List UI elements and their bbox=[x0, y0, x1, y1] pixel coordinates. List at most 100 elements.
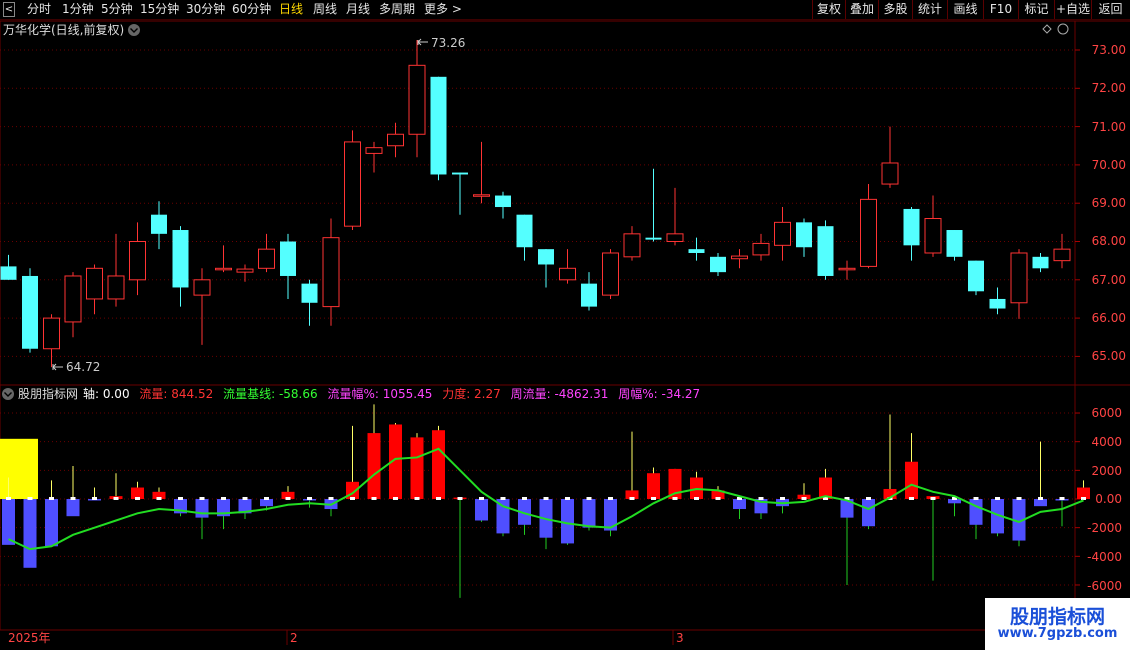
candle bbox=[365, 141, 383, 173]
candle-body bbox=[301, 283, 318, 303]
zero-marker bbox=[672, 497, 678, 500]
flow-bar bbox=[969, 499, 983, 525]
candle bbox=[193, 268, 211, 345]
candle-body bbox=[387, 133, 404, 147]
candle-body bbox=[581, 283, 597, 307]
zero-marker bbox=[350, 497, 355, 500]
zero-marker bbox=[70, 497, 76, 500]
candle-body bbox=[538, 249, 554, 265]
candle bbox=[881, 126, 899, 188]
zero-marker bbox=[801, 497, 807, 500]
candle-body bbox=[817, 226, 834, 276]
candle-body bbox=[602, 252, 619, 296]
candle-body bbox=[774, 221, 791, 246]
max-price-marker: 73.26 bbox=[417, 36, 465, 50]
flow-bar bbox=[733, 499, 746, 510]
candle bbox=[215, 245, 232, 273]
zero-marker bbox=[909, 497, 914, 500]
candle bbox=[322, 218, 340, 326]
candle bbox=[301, 279, 318, 326]
candle-body bbox=[236, 268, 254, 273]
candle-body bbox=[22, 275, 38, 349]
zero-marker bbox=[780, 497, 785, 500]
flow-bar bbox=[582, 499, 596, 528]
legend-flow: 流量: 844.52 bbox=[139, 387, 213, 401]
price-tick: 67.00 bbox=[1092, 273, 1126, 287]
candle bbox=[968, 260, 984, 296]
candle-body bbox=[881, 162, 899, 185]
flow-bar bbox=[23, 499, 37, 568]
legend-strength: 力度: 2.27 bbox=[442, 386, 501, 401]
candle bbox=[838, 260, 856, 280]
candle bbox=[236, 264, 254, 282]
candle bbox=[989, 287, 1006, 315]
candle-body bbox=[86, 267, 103, 300]
stock-chart[interactable]: 万华化学(日线,前复权) 股朋指标网 轴: 0.00 流量: 844.52 流量… bbox=[0, 0, 1130, 650]
price-tick: 70.00 bbox=[1092, 158, 1126, 172]
zero-marker bbox=[930, 497, 936, 500]
grid-layer bbox=[0, 20, 1130, 645]
flow-bar bbox=[1034, 499, 1047, 507]
zero-marker bbox=[1038, 497, 1043, 500]
indicator-tick: -4000 bbox=[1087, 550, 1122, 564]
min-price-label: 64.72 bbox=[66, 360, 100, 374]
flow-bar bbox=[410, 437, 424, 499]
candle bbox=[731, 249, 748, 269]
candle bbox=[1053, 233, 1071, 269]
zero-marker bbox=[307, 497, 312, 500]
title-dropdown-icon[interactable] bbox=[128, 24, 140, 36]
candle-body bbox=[43, 317, 60, 350]
indicator-dropdown-icon[interactable] bbox=[2, 388, 14, 400]
zero-marker bbox=[1059, 497, 1065, 500]
zero-marker bbox=[543, 497, 549, 500]
candle-body bbox=[1010, 252, 1028, 304]
candle bbox=[280, 233, 296, 299]
min-price-marker: 64.72 bbox=[52, 360, 100, 374]
candle-body bbox=[688, 249, 705, 253]
candle bbox=[538, 249, 554, 288]
settings-circle-icon[interactable] bbox=[1057, 23, 1069, 35]
candle bbox=[86, 264, 103, 315]
candle bbox=[387, 122, 404, 158]
zero-marker bbox=[565, 497, 570, 500]
candle-body bbox=[924, 218, 942, 254]
candle bbox=[430, 76, 447, 181]
indicator-tick: 2000 bbox=[1091, 464, 1122, 478]
candle bbox=[1032, 252, 1049, 273]
date-label-mar: 3 bbox=[676, 631, 684, 645]
candle-body bbox=[623, 233, 641, 258]
zero-marker bbox=[242, 497, 248, 500]
candle-body bbox=[107, 275, 125, 300]
watermark-title: 股朋指标网 bbox=[1009, 606, 1105, 628]
candle-body bbox=[1032, 256, 1049, 269]
flow-bar bbox=[862, 499, 875, 527]
candle bbox=[924, 195, 942, 257]
price-tick: 69.00 bbox=[1092, 196, 1126, 210]
diamond-icon[interactable] bbox=[1042, 24, 1052, 34]
price-tick: 72.00 bbox=[1092, 81, 1126, 95]
candle-body bbox=[408, 64, 426, 135]
candle bbox=[408, 40, 426, 158]
flow-bar bbox=[260, 499, 273, 507]
indicator-tick: 4000 bbox=[1091, 435, 1122, 449]
candle bbox=[559, 249, 576, 284]
zero-marker bbox=[715, 497, 721, 500]
flow-bar bbox=[2, 499, 15, 545]
candle-body bbox=[731, 255, 748, 260]
candle bbox=[473, 141, 490, 204]
candle-body bbox=[968, 260, 984, 292]
candle-body bbox=[430, 76, 447, 175]
flow-bar bbox=[367, 433, 381, 499]
flow-bar bbox=[432, 430, 445, 499]
candle-body bbox=[344, 141, 361, 227]
candle bbox=[688, 237, 705, 261]
candle-body bbox=[473, 194, 490, 197]
candle bbox=[516, 214, 533, 261]
flow-bar bbox=[647, 473, 660, 499]
zero-marker bbox=[500, 497, 506, 500]
candle-body bbox=[129, 241, 146, 281]
legend-flow-baseline: 流量基线: -58.66 bbox=[223, 387, 318, 401]
candle-body bbox=[710, 256, 726, 273]
indicator-tick: -2000 bbox=[1087, 521, 1122, 535]
candle bbox=[495, 191, 511, 219]
